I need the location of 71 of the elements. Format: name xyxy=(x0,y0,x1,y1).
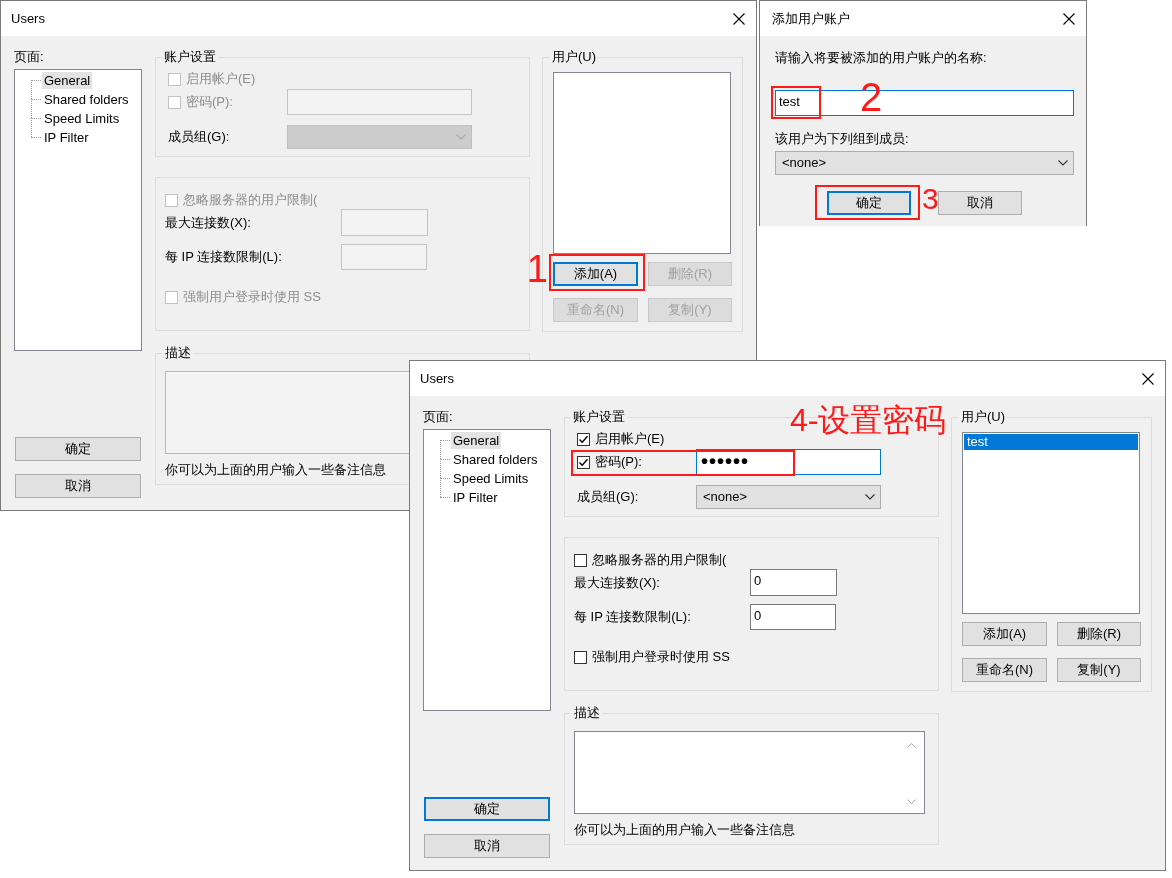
close-icon[interactable] xyxy=(733,12,745,25)
pages-label: 页面: xyxy=(14,49,44,65)
prompt-text: 请输入将要被添加的用户账户的名称: xyxy=(775,50,987,66)
add-button[interactable]: 添加(A) xyxy=(553,262,638,286)
max-connections-field[interactable]: 0 xyxy=(750,569,837,596)
checkbox[interactable] xyxy=(574,553,587,567)
tree-item[interactable]: Speed Limits xyxy=(42,110,122,127)
pages-label: 页面: xyxy=(423,409,453,425)
chevron-down-icon xyxy=(1058,160,1068,166)
per-ip-limit-field[interactable]: 0 xyxy=(750,604,836,630)
chevron-up-icon[interactable] xyxy=(907,743,916,748)
group-title: 账户设置 xyxy=(572,409,626,425)
delete-button[interactable]: 删除(R) xyxy=(1057,622,1141,646)
password-field[interactable]: •••••• xyxy=(696,449,881,475)
field-label: 成员组(G): xyxy=(577,489,639,505)
add-button[interactable]: 添加(A) xyxy=(962,622,1047,646)
ok-button[interactable]: 确定 xyxy=(827,191,911,215)
list-item[interactable]: test xyxy=(964,434,1138,450)
group-title: 用户(U) xyxy=(551,49,598,65)
cancel-button[interactable]: 取消 xyxy=(424,834,550,858)
close-icon[interactable] xyxy=(1063,12,1075,25)
checkbox-label: 密码(P): xyxy=(595,454,642,470)
tree-item[interactable]: General xyxy=(42,72,93,89)
tree-item[interactable]: IP Filter xyxy=(451,489,500,506)
annotation-text: 4-设置密码 xyxy=(790,404,947,436)
tree-item[interactable]: Shared folders xyxy=(42,91,131,108)
group-dropdown[interactable]: <none> xyxy=(775,151,1074,175)
window-title: Users xyxy=(11,10,45,27)
checkbox-label: 密码(P): xyxy=(186,94,233,110)
ok-button[interactable]: 确定 xyxy=(15,437,141,461)
prompt-text: 该用户为下列组到成员: xyxy=(775,131,909,147)
cancel-button[interactable]: 取消 xyxy=(15,474,141,498)
checkbox-label: 启用帐户(E) xyxy=(595,431,665,447)
hint-text: 你可以为上面的用户输入一些备注信息 xyxy=(165,462,386,478)
checkbox[interactable] xyxy=(574,650,587,664)
annotation-frame xyxy=(771,86,821,119)
checkbox-label: 强制用户登录时使用 SS xyxy=(183,289,321,305)
tree-item[interactable]: Speed Limits xyxy=(451,470,531,487)
annotation-text: 1 xyxy=(526,250,548,288)
annotation-text: 3 xyxy=(922,184,939,214)
chevron-down-icon[interactable] xyxy=(907,799,916,804)
window-title: 添加用户账户 xyxy=(772,10,850,27)
field-label: 最大连接数(X): xyxy=(574,574,660,591)
field-label: 最大连接数(X): xyxy=(165,214,251,231)
group-title: 账户设置 xyxy=(163,49,217,65)
chevron-down-icon xyxy=(865,494,875,500)
field-label: 每 IP 连接数限制(L): xyxy=(574,609,691,625)
checkbox-label: 忽略服务器的用户限制( xyxy=(592,552,727,568)
field-label: 成员组(G): xyxy=(168,129,230,145)
group-title: 用户(U) xyxy=(960,409,1007,425)
cancel-button[interactable]: 取消 xyxy=(938,191,1022,215)
group-title: 描述 xyxy=(573,705,601,721)
close-icon[interactable] xyxy=(1142,372,1154,385)
rename-button[interactable]: 重命名(N) xyxy=(962,658,1047,682)
checkbox[interactable] xyxy=(577,432,590,446)
tree-item[interactable]: IP Filter xyxy=(42,129,91,146)
checkbox-label: 启用帐户(E) xyxy=(186,71,256,87)
hint-text: 你可以为上面的用户输入一些备注信息 xyxy=(574,822,795,838)
checkbox-label: 忽略服务器的用户限制( xyxy=(183,192,318,208)
ok-button[interactable]: 确定 xyxy=(424,797,550,821)
copy-button[interactable]: 复制(Y) xyxy=(1057,658,1141,682)
group-title: 描述 xyxy=(164,345,192,361)
window-title: Users xyxy=(420,370,454,387)
group-dropdown[interactable]: <none> xyxy=(696,485,881,509)
tree-item[interactable]: General xyxy=(451,432,502,449)
checkbox[interactable] xyxy=(577,455,590,469)
field-label: 每 IP 连接数限制(L): xyxy=(165,249,282,265)
description-field[interactable] xyxy=(574,731,925,814)
checkbox-label: 强制用户登录时使用 SS xyxy=(592,649,730,665)
chevron-down-icon xyxy=(456,134,466,140)
tree-item[interactable]: Shared folders xyxy=(451,451,540,468)
